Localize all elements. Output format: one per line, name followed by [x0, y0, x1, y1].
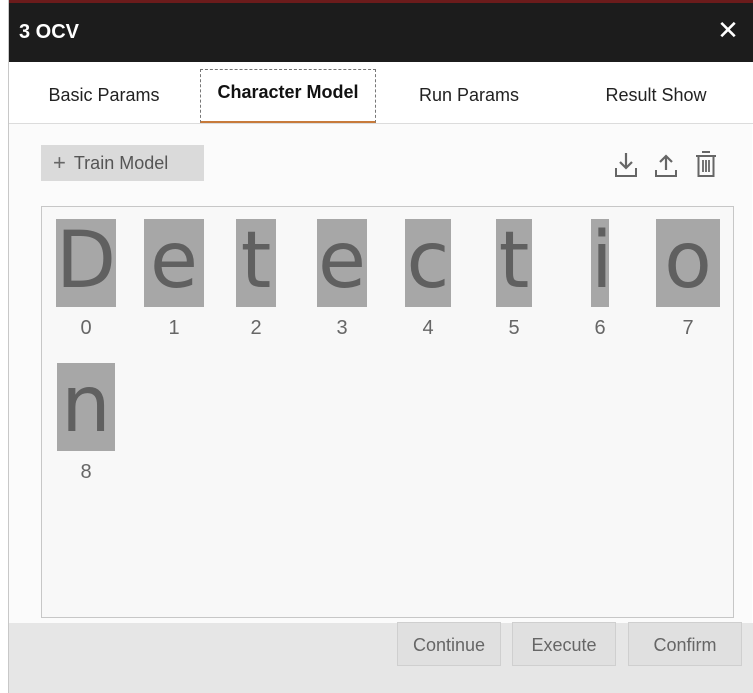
char-glyph: c: [405, 219, 451, 307]
char-index: 7: [682, 317, 694, 339]
char-index: 3: [336, 317, 348, 339]
char-glyph: t: [236, 219, 276, 307]
char-glyph: n: [57, 363, 115, 451]
char-index: 8: [80, 461, 92, 483]
char-index: 5: [508, 317, 520, 339]
download-icon[interactable]: [612, 148, 640, 182]
title-bar: 3 OCV ✕: [9, 0, 753, 62]
confirm-button[interactable]: Confirm: [628, 622, 742, 666]
char-item[interactable]: D 0: [42, 219, 130, 339]
char-glyph: t: [496, 219, 532, 307]
char-item[interactable]: c 4: [384, 219, 472, 339]
char-glyph: e: [317, 219, 367, 307]
train-model-label: Train Model: [73, 153, 169, 173]
char-item[interactable]: n 8: [42, 363, 130, 483]
char-item[interactable]: o 7: [644, 219, 732, 339]
char-glyph: i: [591, 219, 609, 307]
tab-run-params[interactable]: Run Params: [399, 69, 539, 121]
char-index: 6: [594, 317, 606, 339]
train-model-button[interactable]: + Train Model: [41, 145, 204, 181]
char-index: 2: [250, 317, 262, 339]
char-item[interactable]: t 5: [470, 219, 558, 339]
dialog-title: 3 OCV: [19, 21, 80, 43]
char-glyph: D: [56, 219, 116, 307]
tab-basic-params[interactable]: Basic Params: [39, 69, 169, 121]
char-index: 1: [168, 317, 180, 339]
char-index: 0: [80, 317, 92, 339]
char-glyph: o: [656, 219, 720, 307]
tab-bar: Basic Params Character Model Run Params …: [9, 62, 753, 124]
plus-icon: +: [53, 150, 66, 175]
tab-character-model[interactable]: Character Model: [200, 69, 376, 123]
upload-icon[interactable]: [652, 148, 680, 182]
ocv-dialog: 3 OCV ✕ Basic Params Character Model Run…: [8, 0, 753, 693]
close-icon[interactable]: ✕: [713, 15, 743, 45]
execute-button[interactable]: Execute: [512, 622, 616, 666]
character-model-area: D 0 e 1 t 2 e 3 c 4 t 5 i 6 o 7 n 8: [41, 206, 734, 618]
tab-result-show[interactable]: Result Show: [581, 69, 731, 121]
char-item[interactable]: e 3: [298, 219, 386, 339]
char-glyph: e: [144, 219, 204, 307]
char-index: 4: [422, 317, 434, 339]
char-item[interactable]: i 6: [556, 219, 644, 339]
char-item[interactable]: e 1: [130, 219, 218, 339]
continue-button[interactable]: Continue: [397, 622, 501, 666]
char-item[interactable]: t 2: [212, 219, 300, 339]
trash-icon[interactable]: [692, 148, 720, 182]
